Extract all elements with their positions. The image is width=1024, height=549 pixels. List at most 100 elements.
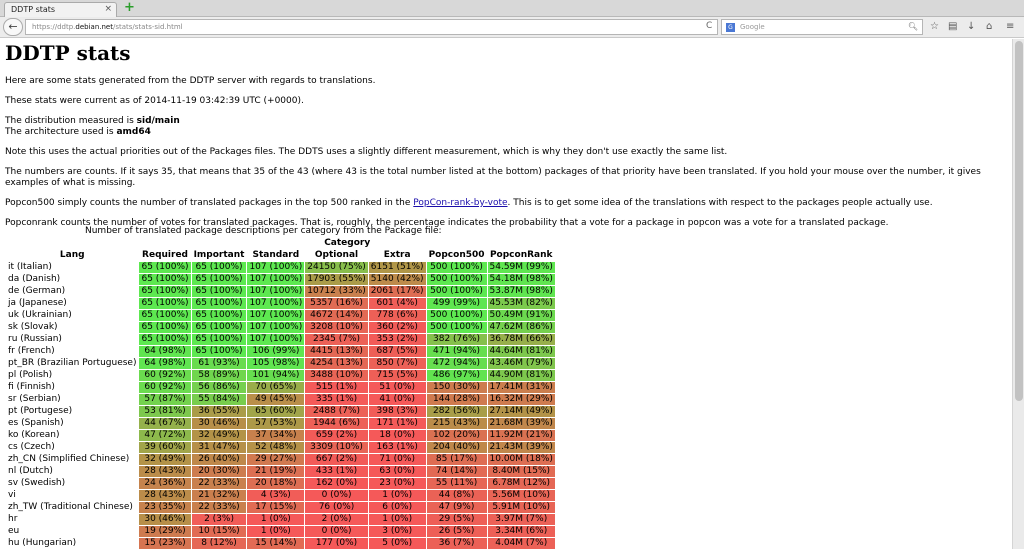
- stat-cell[interactable]: 15 (23%): [139, 538, 191, 549]
- stat-cell[interactable]: 28 (43%): [139, 490, 191, 501]
- stat-cell[interactable]: 500 (100%): [426, 262, 487, 273]
- stat-cell[interactable]: 44.90M (81%): [487, 370, 555, 381]
- stat-cell[interactable]: 1944 (6%): [305, 418, 368, 429]
- stat-cell[interactable]: 65 (100%): [191, 274, 247, 285]
- stat-cell[interactable]: 44 (8%): [426, 490, 487, 501]
- stat-cell[interactable]: 17903 (55%): [305, 274, 368, 285]
- stat-cell[interactable]: 0 (0%): [305, 490, 368, 501]
- stat-cell[interactable]: 6 (0%): [368, 502, 426, 513]
- stat-cell[interactable]: 65 (100%): [139, 274, 191, 285]
- stat-cell[interactable]: 335 (1%): [305, 394, 368, 405]
- stat-cell[interactable]: 659 (2%): [305, 430, 368, 441]
- stat-cell[interactable]: 102 (20%): [426, 430, 487, 441]
- url-bar[interactable]: https://ddtp.debian.net/stats/stats-sid.…: [25, 19, 718, 35]
- stat-cell[interactable]: 499 (99%): [426, 298, 487, 309]
- menu-icon[interactable]: ≡: [1006, 21, 1014, 32]
- stat-cell[interactable]: 177 (0%): [305, 538, 368, 549]
- stat-cell[interactable]: 10 (15%): [191, 526, 247, 537]
- stat-cell[interactable]: 3.97M (7%): [487, 514, 555, 525]
- stat-cell[interactable]: 60 (92%): [139, 370, 191, 381]
- stat-cell[interactable]: 204 (40%): [426, 442, 487, 453]
- stat-cell[interactable]: 5140 (42%): [368, 274, 426, 285]
- stat-cell[interactable]: 65 (100%): [191, 298, 247, 309]
- stat-cell[interactable]: 44.64M (81%): [487, 346, 555, 357]
- stat-cell[interactable]: 3 (0%): [368, 526, 426, 537]
- stat-cell[interactable]: 105 (98%): [247, 358, 305, 369]
- stat-cell[interactable]: 5357 (16%): [305, 298, 368, 309]
- stat-cell[interactable]: 3208 (10%): [305, 322, 368, 333]
- stat-cell[interactable]: 144 (28%): [426, 394, 487, 405]
- stat-cell[interactable]: 29 (5%): [426, 514, 487, 525]
- search-bar[interactable]: G Google 🔍︎: [721, 19, 923, 35]
- stat-cell[interactable]: 51 (0%): [368, 382, 426, 393]
- stat-cell[interactable]: 24150 (75%): [305, 262, 368, 273]
- stat-cell[interactable]: 215 (43%): [426, 418, 487, 429]
- stat-cell[interactable]: 76 (0%): [305, 502, 368, 513]
- stat-cell[interactable]: 4 (3%): [247, 490, 305, 501]
- stat-cell[interactable]: 29 (27%): [247, 454, 305, 465]
- stat-cell[interactable]: 20 (30%): [191, 466, 247, 477]
- stat-cell[interactable]: 31 (47%): [191, 442, 247, 453]
- stat-cell[interactable]: 18 (0%): [368, 430, 426, 441]
- stat-cell[interactable]: 55 (11%): [426, 478, 487, 489]
- stat-cell[interactable]: 0 (0%): [305, 526, 368, 537]
- stat-cell[interactable]: 486 (97%): [426, 370, 487, 381]
- stat-cell[interactable]: 6.78M (12%): [487, 478, 555, 489]
- stat-cell[interactable]: 56 (86%): [191, 382, 247, 393]
- stat-cell[interactable]: 47 (9%): [426, 502, 487, 513]
- stat-cell[interactable]: 65 (100%): [139, 322, 191, 333]
- stat-cell[interactable]: 500 (100%): [426, 286, 487, 297]
- stat-cell[interactable]: 55 (84%): [191, 394, 247, 405]
- scrollbar-thumb[interactable]: [1015, 41, 1023, 401]
- stat-cell[interactable]: 2 (0%): [305, 514, 368, 525]
- stat-cell[interactable]: 2488 (7%): [305, 406, 368, 417]
- stat-cell[interactable]: 1 (0%): [247, 526, 305, 537]
- stat-cell[interactable]: 65 (100%): [139, 298, 191, 309]
- stat-cell[interactable]: 70 (65%): [247, 382, 305, 393]
- stat-cell[interactable]: 85 (17%): [426, 454, 487, 465]
- stat-cell[interactable]: 171 (1%): [368, 418, 426, 429]
- stat-cell[interactable]: 23 (0%): [368, 478, 426, 489]
- stat-cell[interactable]: 472 (94%): [426, 358, 487, 369]
- stat-cell[interactable]: 5 (0%): [368, 538, 426, 549]
- stat-cell[interactable]: 54.18M (98%): [487, 274, 555, 285]
- stat-cell[interactable]: 63 (0%): [368, 466, 426, 477]
- stat-cell[interactable]: 53.87M (98%): [487, 286, 555, 297]
- stat-cell[interactable]: 50.49M (91%): [487, 310, 555, 321]
- stat-cell[interactable]: 44 (67%): [139, 418, 191, 429]
- stat-cell[interactable]: 24 (36%): [139, 478, 191, 489]
- stat-cell[interactable]: 36.78M (66%): [487, 334, 555, 345]
- stat-cell[interactable]: 382 (76%): [426, 334, 487, 345]
- stat-cell[interactable]: 2345 (7%): [305, 334, 368, 345]
- stat-cell[interactable]: 21.68M (39%): [487, 418, 555, 429]
- stat-cell[interactable]: 17.41M (31%): [487, 382, 555, 393]
- stat-cell[interactable]: 101 (94%): [247, 370, 305, 381]
- stat-cell[interactable]: 433 (1%): [305, 466, 368, 477]
- browser-tab[interactable]: DDTP stats ×: [4, 2, 117, 17]
- stat-cell[interactable]: 23 (35%): [139, 502, 191, 513]
- stat-cell[interactable]: 22 (33%): [191, 502, 247, 513]
- stat-cell[interactable]: 22 (33%): [191, 478, 247, 489]
- stat-cell[interactable]: 65 (100%): [139, 286, 191, 297]
- stat-cell[interactable]: 39 (60%): [139, 442, 191, 453]
- stat-cell[interactable]: 8 (12%): [191, 538, 247, 549]
- stat-cell[interactable]: 30 (46%): [191, 418, 247, 429]
- stat-cell[interactable]: 21 (32%): [191, 490, 247, 501]
- stat-cell[interactable]: 71 (0%): [368, 454, 426, 465]
- stat-cell[interactable]: 106 (99%): [247, 346, 305, 357]
- stat-cell[interactable]: 65 (100%): [191, 346, 247, 357]
- stat-cell[interactable]: 715 (5%): [368, 370, 426, 381]
- stat-cell[interactable]: 47 (72%): [139, 430, 191, 441]
- search-icon[interactable]: 🔍︎: [908, 22, 918, 31]
- stat-cell[interactable]: 4415 (13%): [305, 346, 368, 357]
- stat-cell[interactable]: 107 (100%): [247, 334, 305, 345]
- stat-cell[interactable]: 37 (34%): [247, 430, 305, 441]
- scrollbar[interactable]: [1012, 39, 1024, 549]
- stat-cell[interactable]: 26 (5%): [426, 526, 487, 537]
- stat-cell[interactable]: 515 (1%): [305, 382, 368, 393]
- stat-cell[interactable]: 20 (18%): [247, 478, 305, 489]
- close-tab-icon[interactable]: ×: [104, 4, 112, 14]
- stat-cell[interactable]: 107 (100%): [247, 286, 305, 297]
- stat-cell[interactable]: 54.59M (99%): [487, 262, 555, 273]
- stat-cell[interactable]: 64 (98%): [139, 358, 191, 369]
